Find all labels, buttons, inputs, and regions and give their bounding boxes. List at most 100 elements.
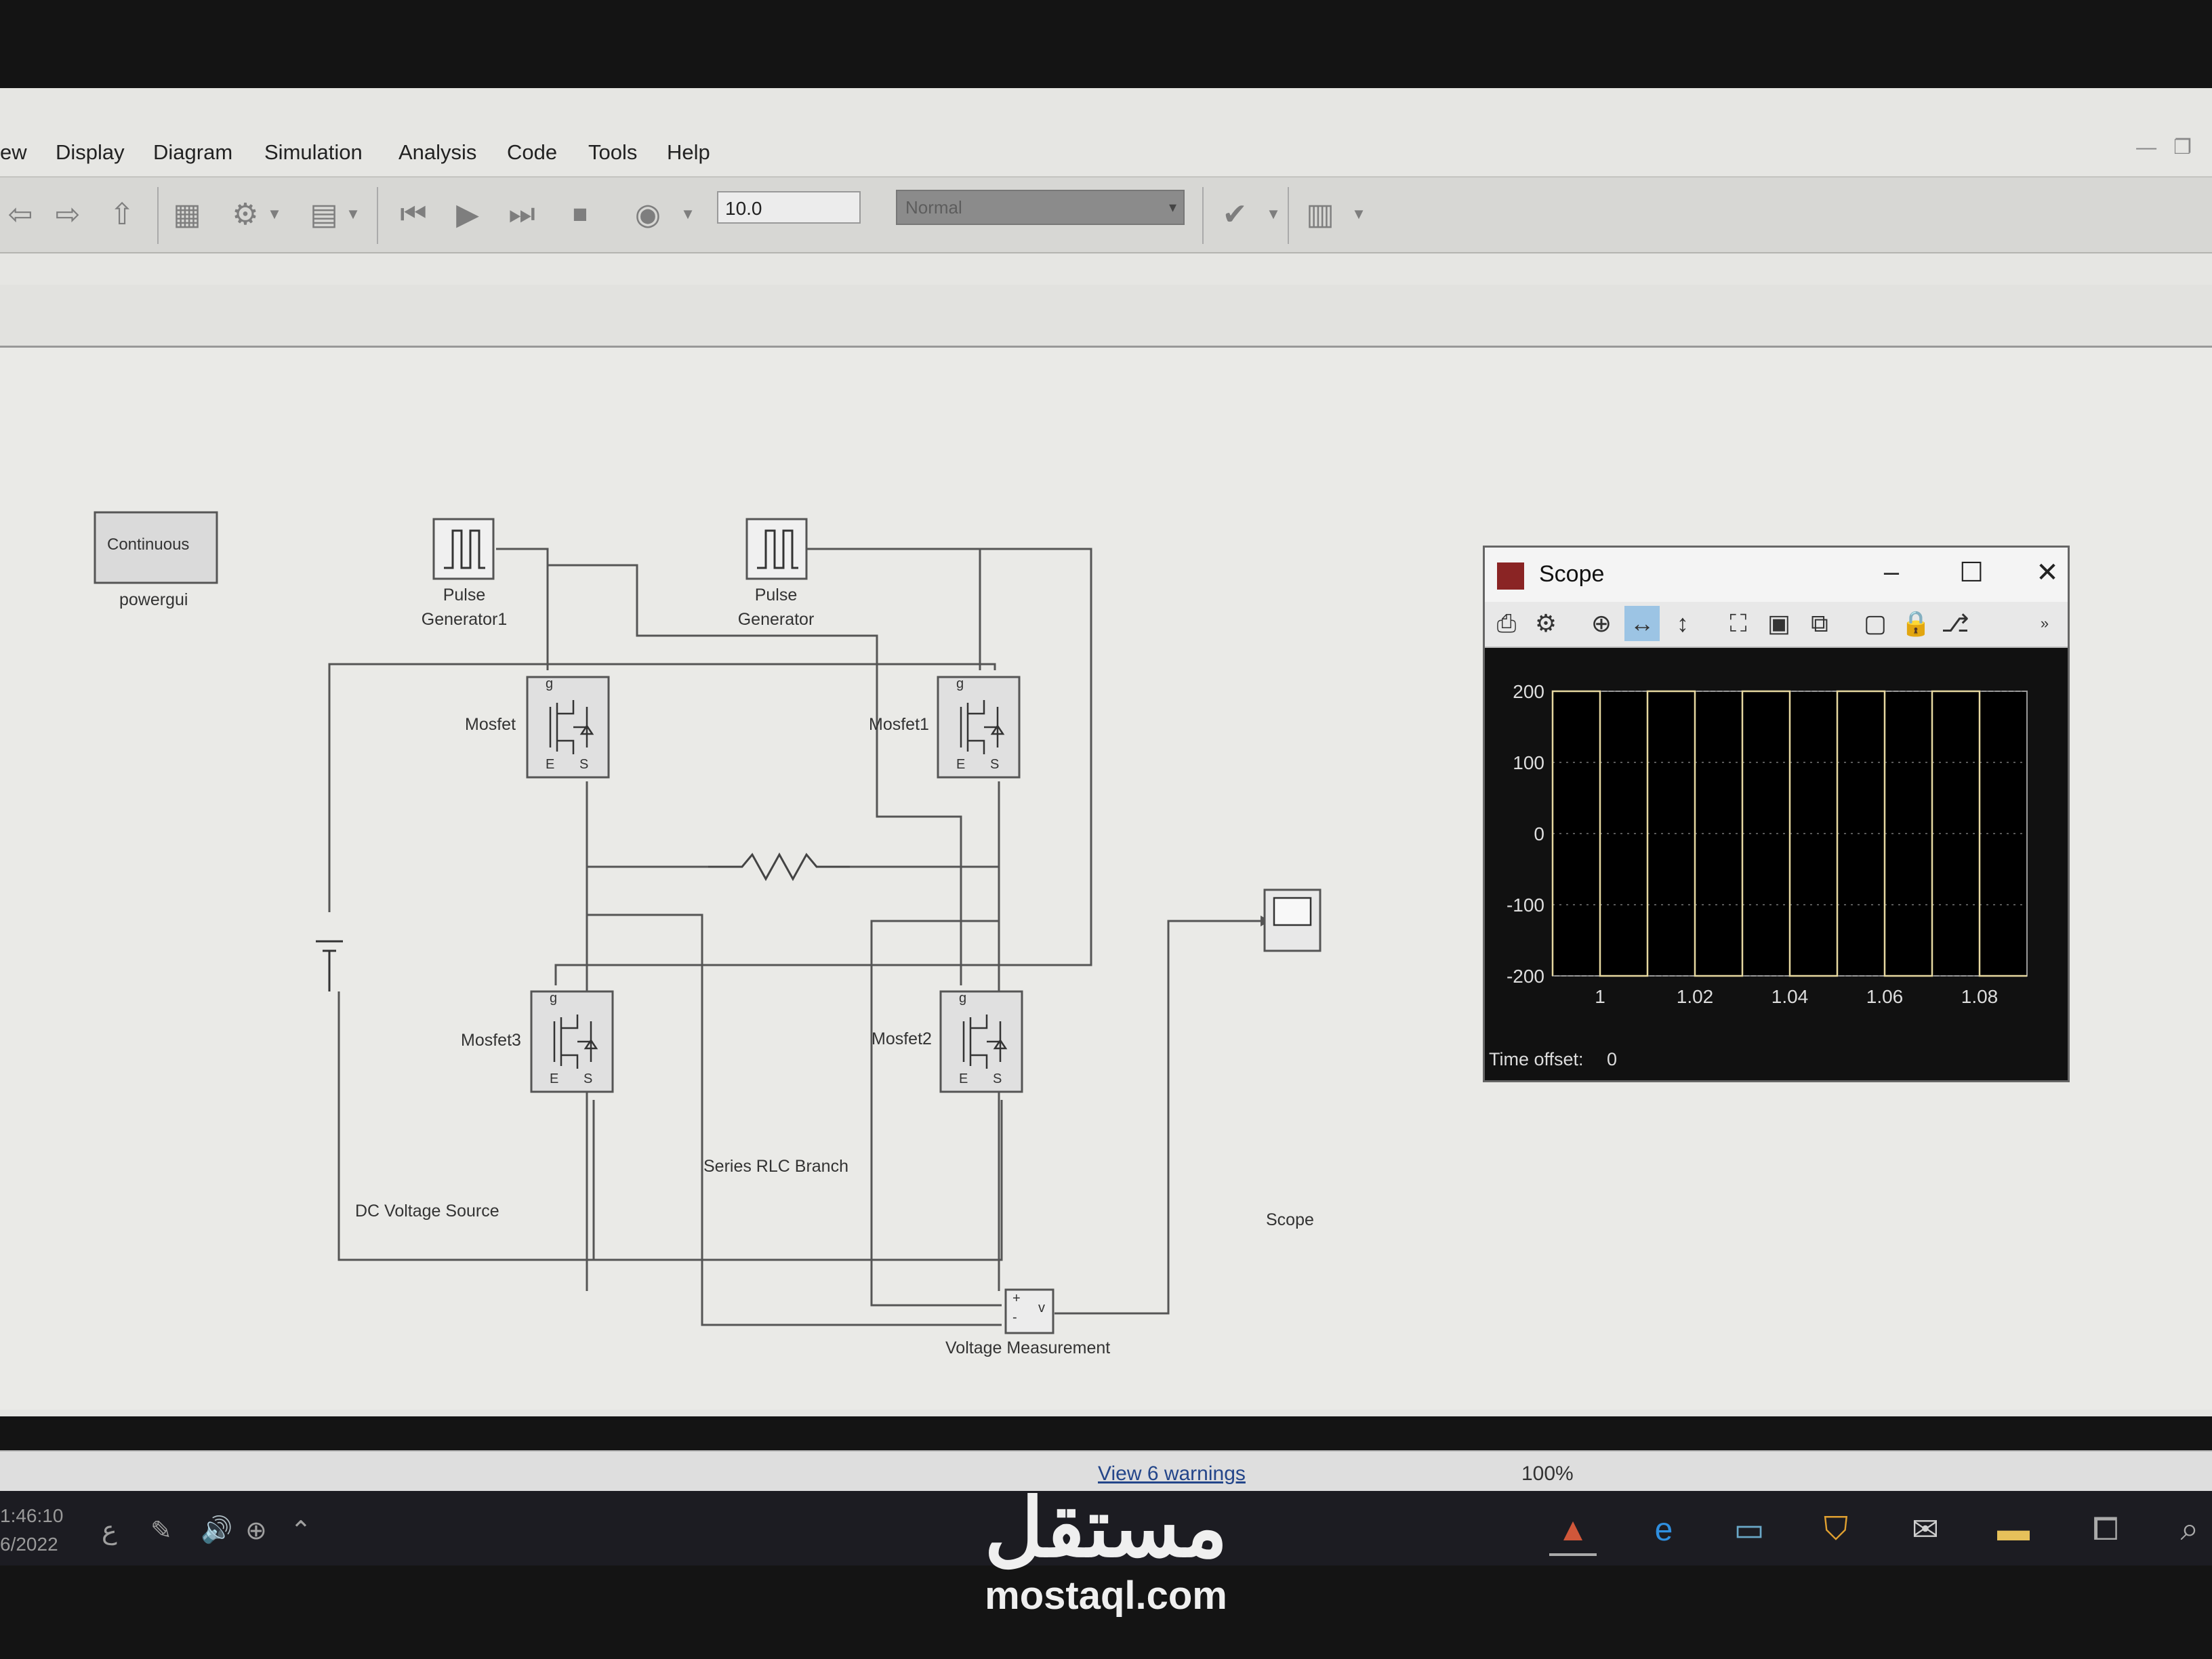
dc-source-label: DC Voltage Source — [355, 1202, 499, 1221]
powergui-mode-label: Continuous — [107, 535, 190, 554]
toolbar-overflow-icon[interactable]: » — [2027, 606, 2062, 641]
explorer-bar — [0, 285, 2212, 348]
run-icon[interactable]: ▶ — [447, 194, 488, 234]
signal-selection-icon[interactable]: ⎇ — [1938, 606, 1973, 641]
scope-window[interactable]: Scope – ☐ ✕ ⎙ ⚙ ⊕ ↔ ↕ ⛶ ▣ ⧉ ▢ 🔒 ⎇ » 200 1… — [1483, 546, 2070, 1082]
x-tick-label: 1.08 — [1961, 986, 1999, 1007]
build-icon[interactable]: ▥ — [1300, 194, 1340, 234]
chevron-down-icon: ▾ — [1168, 199, 1176, 216]
watermark-latin: mostaql.com — [985, 1574, 1227, 1618]
label-line: Generator1 — [421, 610, 508, 629]
mosfet-block[interactable] — [526, 676, 610, 779]
x-tick-label: 1.02 — [1677, 986, 1714, 1007]
forward-arrow-icon[interactable]: ⇨ — [47, 194, 88, 234]
lock-icon[interactable]: 🔒 — [1898, 606, 1933, 641]
mosfet-label: Mosfet — [465, 715, 516, 734]
maximize-button[interactable]: ☐ — [1951, 557, 1992, 588]
gate-port-label: g — [550, 991, 558, 1006]
gate-port-label: g — [959, 991, 967, 1006]
emitter-port-label: E — [959, 1071, 968, 1086]
y-tick-label: 0 — [1534, 823, 1544, 844]
zoom-x-icon[interactable]: ↔ — [1624, 606, 1660, 641]
mosfet1-block[interactable] — [937, 676, 1021, 779]
menu-display[interactable]: Display — [56, 129, 125, 176]
menu-tools[interactable]: Tools — [588, 129, 637, 176]
menu-code[interactable]: Code — [507, 129, 557, 176]
settings-gear-icon[interactable]: ⚙ — [225, 194, 266, 234]
emitter-port-label: E — [956, 757, 966, 772]
menu-analysis[interactable]: Analysis — [398, 129, 476, 176]
menu-view[interactable]: ew — [0, 129, 27, 176]
simulation-mode-select[interactable]: Normal ▾ — [896, 190, 1185, 225]
model-advisor-icon[interactable]: ✔ — [1214, 194, 1255, 234]
toolbar-separator — [1202, 187, 1204, 244]
print-icon[interactable]: ⎙ — [1489, 606, 1524, 641]
model-config-icon[interactable]: ▤ — [304, 194, 344, 234]
scope-screen-icon — [1273, 897, 1312, 926]
emitter-port-label: E — [550, 1071, 559, 1086]
scope-title-bar[interactable]: Scope – ☐ ✕ — [1485, 548, 2068, 602]
mosfet2-block[interactable] — [939, 990, 1023, 1093]
source-port-label: S — [579, 757, 589, 772]
view-warnings-link[interactable]: View 6 warnings — [1098, 1462, 1246, 1486]
source-port-label: S — [990, 757, 1000, 772]
up-arrow-icon[interactable]: ⇧ — [102, 194, 142, 234]
powergui-name-label: powergui — [119, 590, 188, 609]
toolbar-separator — [377, 187, 378, 244]
settings-gear-icon[interactable]: ⚙ — [1528, 606, 1563, 641]
toolbar-separator — [1288, 187, 1289, 244]
window-controls[interactable]: — ❐ — [2136, 136, 2192, 159]
chevron-down-icon[interactable]: ▼ — [678, 194, 698, 234]
y-tick-label: 200 — [1513, 681, 1544, 702]
simulation-mode-value: Normal — [905, 197, 962, 218]
floating-scope-icon[interactable]: ▢ — [1858, 606, 1893, 641]
chevron-down-icon[interactable]: ▼ — [1263, 194, 1284, 234]
vm-minus-label: - — [1012, 1310, 1017, 1325]
minimize-button[interactable]: – — [1871, 557, 1912, 588]
step-back-icon[interactable]: ⏮ — [393, 194, 434, 234]
pulse-generator1-block[interactable] — [432, 518, 495, 580]
restore-axes-icon[interactable]: ⧉ — [1802, 606, 1837, 641]
step-forward-icon[interactable]: ⏭ — [501, 194, 542, 234]
vm-plus-label: + — [1012, 1291, 1021, 1306]
zoom-in-icon[interactable]: ⊕ — [1584, 606, 1619, 641]
pulse-generator-label: Pulse Generator — [718, 583, 834, 632]
rlc-branch-label: Series RLC Branch — [703, 1157, 848, 1176]
library-browser-icon[interactable]: ▦ — [167, 194, 207, 234]
stop-time-input[interactable]: 10.0 — [717, 191, 861, 224]
close-button[interactable]: ✕ — [2027, 557, 2068, 588]
mosfet3-label: Mosfet3 — [461, 1031, 521, 1050]
menu-diagram[interactable]: Diagram — [153, 129, 232, 176]
y-tick-label: 100 — [1513, 752, 1544, 773]
back-arrow-icon[interactable]: ⇦ — [0, 194, 41, 234]
chevron-down-icon[interactable]: ▼ — [264, 194, 285, 234]
label-line: Pulse — [443, 586, 486, 605]
source-port-label: S — [583, 1071, 593, 1086]
scope-toolbar: ⎙ ⚙ ⊕ ↔ ↕ ⛶ ▣ ⧉ ▢ 🔒 ⎇ » — [1485, 602, 2068, 648]
record-icon[interactable]: ◉ — [628, 194, 668, 234]
pulse-generator-block[interactable] — [745, 518, 808, 580]
chevron-down-icon[interactable]: ▼ — [343, 194, 363, 234]
gate-port-label: g — [546, 676, 554, 691]
voltage-measurement-label: Voltage Measurement — [945, 1338, 1111, 1357]
scope-title: Scope — [1539, 561, 1605, 587]
label-line: Pulse — [754, 586, 798, 605]
menu-simulation[interactable]: Simulation — [264, 129, 363, 176]
menu-help[interactable]: Help — [667, 129, 710, 176]
mosfet3-block[interactable] — [530, 990, 614, 1093]
x-tick-label: 1.04 — [1771, 986, 1809, 1007]
chevron-down-icon[interactable]: ▼ — [1349, 194, 1369, 234]
matlab-logo-icon — [1497, 562, 1524, 590]
gate-port-label: g — [956, 676, 964, 691]
y-tick-label: -100 — [1507, 895, 1544, 916]
stop-icon[interactable]: ⏹ — [560, 194, 600, 234]
autoscale-icon[interactable]: ⛶ — [1721, 606, 1756, 641]
matlab-window: ew Display Diagram Simulation Analysis C… — [0, 88, 2212, 1565]
mosfet2-label: Mosfet2 — [872, 1029, 932, 1048]
scope-block-label: Scope — [1266, 1210, 1314, 1229]
pulse-generator1-label: Pulse Generator1 — [407, 583, 522, 632]
zoom-y-icon[interactable]: ↕ — [1665, 606, 1700, 641]
save-axes-icon[interactable]: ▣ — [1761, 606, 1797, 641]
toolbar-separator — [157, 187, 159, 244]
time-offset-value: 0 — [1607, 1049, 1618, 1069]
